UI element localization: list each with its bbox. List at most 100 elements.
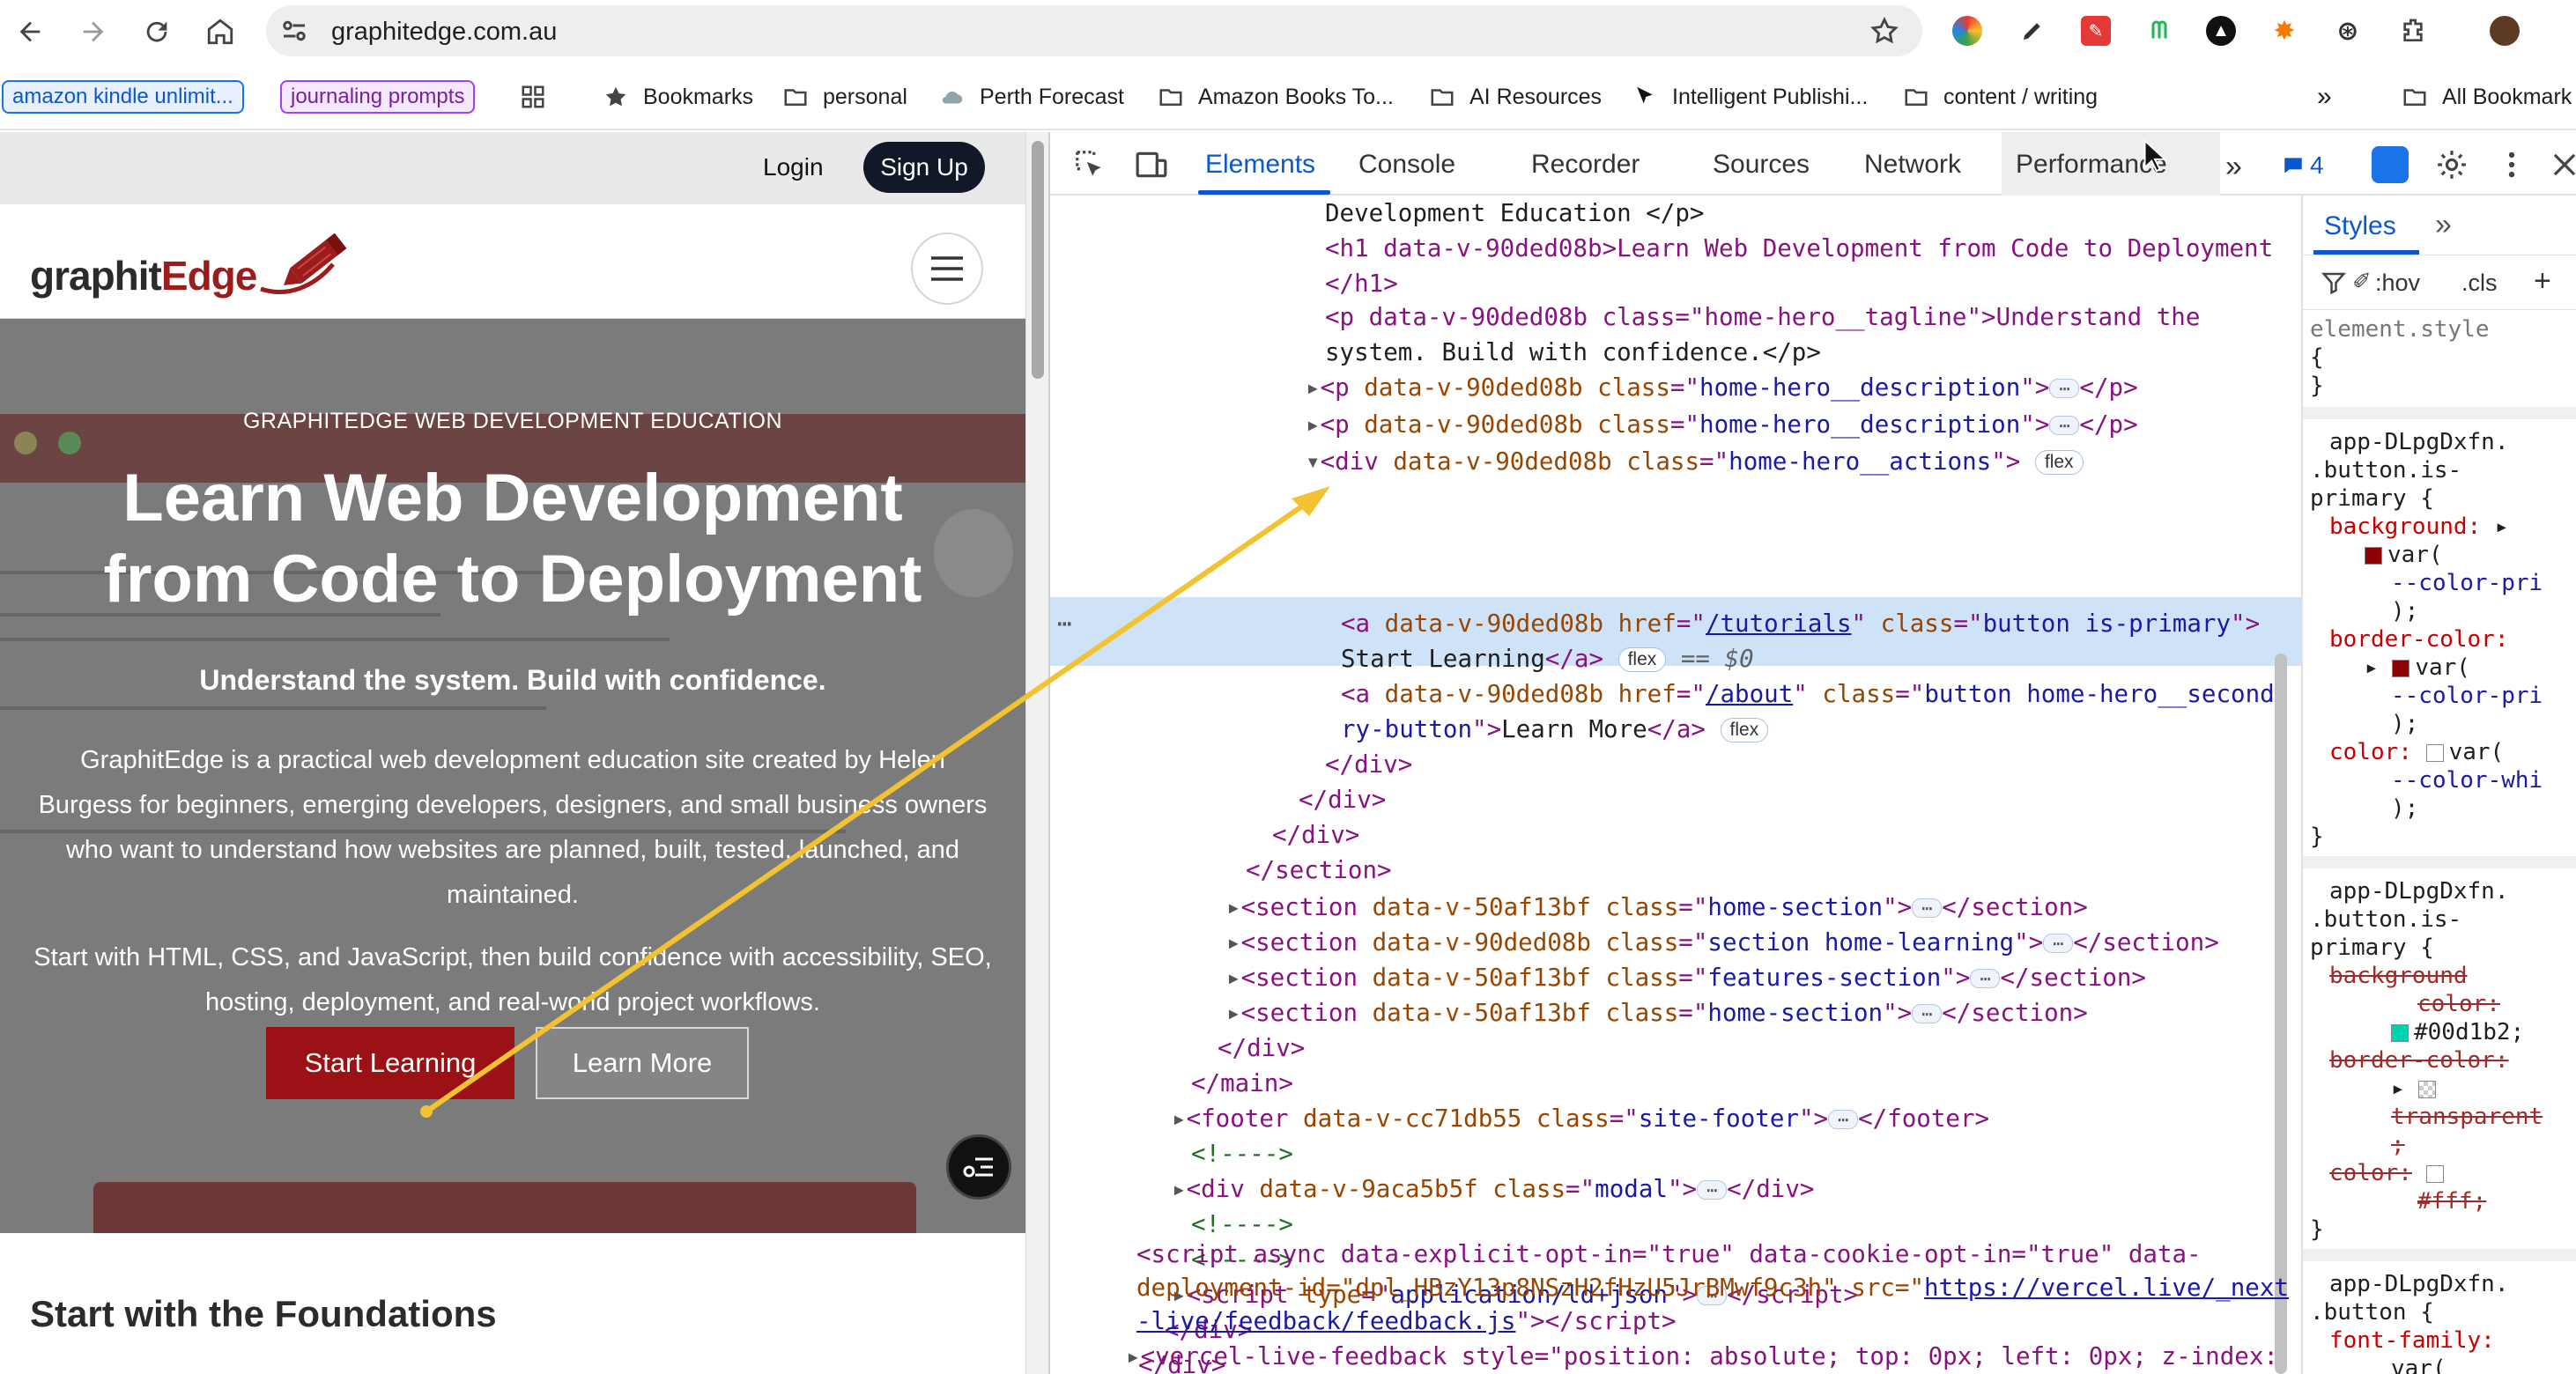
openai-ext-icon[interactable]: ⊛ <box>2333 16 2363 46</box>
style-declaration-value[interactable]: #00d1b2; <box>2391 1018 2524 1046</box>
dom-line[interactable]: <p data-v-90ded08b class="home-hero__tag… <box>1325 299 2200 335</box>
dom-line[interactable]: <script async data-explicit-opt-in="true… <box>1136 1237 2202 1272</box>
signup-button[interactable]: Sign Up <box>863 142 985 193</box>
close-devtools-icon[interactable] <box>2548 148 2576 181</box>
page-scrollbar[interactable] <box>1025 132 1048 1374</box>
expand-arrow-icon[interactable]: ▸ <box>1226 999 1241 1027</box>
address-bar[interactable]: graphitedge.com.au <box>266 5 1922 56</box>
scrollbar-thumb[interactable] <box>1032 141 1044 379</box>
style-source-link[interactable]: app-DLpgDxfn. <box>2329 428 2509 456</box>
dom-line[interactable]: ▸<section data-v-50af13bf class="feature… <box>1226 960 2146 995</box>
bookmark-content-writing[interactable]: content / writing <box>1903 80 2098 114</box>
dom-link[interactable]: /about <box>1706 680 1793 708</box>
collapsed-dots[interactable]: ⋯ <box>1697 1180 1728 1200</box>
back-button[interactable] <box>11 12 49 51</box>
tab-sources[interactable]: Sources <box>1713 150 1810 180</box>
color-swatch[interactable] <box>2425 1164 2444 1183</box>
dom-line-selected[interactable]: Start Learning</a> flex == $0 <box>1341 641 1754 676</box>
bookmark-personal[interactable]: personal <box>782 80 907 114</box>
pin-icon[interactable]: ✐ <box>2352 268 2372 295</box>
style-declaration-overridden[interactable]: border-color: <box>2329 1046 2509 1075</box>
dom-line[interactable]: <!----> <box>1191 1136 1293 1171</box>
collapsed-dots[interactable]: ⋯ <box>2049 416 2080 435</box>
style-declaration[interactable]: color: var( <box>2329 738 2504 766</box>
issues-counter[interactable]: 4 <box>2282 151 2324 180</box>
dom-line[interactable]: <h1 data-v-90ded08b>Learn Web Developmen… <box>1325 231 2273 266</box>
flex-badge[interactable]: flex <box>1720 718 1769 742</box>
color-swatch[interactable] <box>2391 1023 2409 1042</box>
style-declaration-overridden[interactable]: background <box>2329 962 2468 990</box>
dom-line[interactable]: </div> <box>1299 782 1386 817</box>
expand-arrow-icon[interactable]: ▸ <box>1306 410 1321 439</box>
dom-line[interactable]: ▸<vercel-live-feedback style="position: … <box>1126 1339 2278 1374</box>
collapsed-dots[interactable]: ⋯ <box>1828 1110 1859 1129</box>
bookmark-intelligent-publishing[interactable]: Intelligent Publishi... <box>1632 80 1868 114</box>
style-variable[interactable]: --color-pri <box>2391 569 2543 597</box>
style-rule-selector[interactable]: .button.is- <box>2310 905 2461 934</box>
style-declaration-overridden[interactable]: color: <box>2329 1159 2449 1187</box>
dom-line[interactable]: ▸<p data-v-90ded08b class="home-hero__de… <box>1306 370 2138 405</box>
hov-toggle[interactable]: :hov <box>2375 270 2420 297</box>
site-logo[interactable]: graphitEdge <box>30 233 347 299</box>
avatar[interactable] <box>2490 16 2520 46</box>
dom-line[interactable]: </main> <box>1191 1066 1293 1101</box>
color-swatch[interactable] <box>2418 1080 2437 1098</box>
style-declaration[interactable]: border-color: <box>2329 625 2509 654</box>
dom-line[interactable]: ▸<section data-v-50af13bf class="home-se… <box>1226 995 2088 1030</box>
learn-more-button[interactable]: Learn More <box>536 1027 749 1099</box>
color-swatch[interactable] <box>2392 659 2410 677</box>
expand-arrow-icon[interactable]: ▸ <box>1226 964 1241 992</box>
collapsed-dots[interactable]: ⋯ <box>1912 898 1943 918</box>
tab-styles[interactable]: Styles <box>2324 211 2396 241</box>
reload-button[interactable] <box>137 12 176 51</box>
cls-toggle[interactable]: .cls <box>2461 270 2498 297</box>
style-variable[interactable]: --color-pri <box>2391 682 2543 710</box>
filter-icon[interactable] <box>2321 270 2347 296</box>
expand-arrow-icon[interactable]: ▸ <box>1306 373 1321 402</box>
style-rule-selector[interactable]: primary { <box>2310 934 2434 962</box>
expand-arrow-icon[interactable]: ▸ <box>1226 893 1241 921</box>
dom-line[interactable]: ▸<div data-v-9aca5b5f class="modal"> ⋯ </d… <box>1172 1171 1814 1207</box>
menu-button[interactable] <box>911 233 983 305</box>
bookmark-ai-resources[interactable]: AI Resources <box>1429 80 1602 114</box>
login-link[interactable]: Login <box>763 153 824 181</box>
dom-line[interactable]: Development Education </p> <box>1325 196 1704 231</box>
style-rule-selector[interactable]: primary { <box>2310 484 2434 513</box>
expand-arrow-icon[interactable]: ▸ <box>1172 1175 1187 1203</box>
scrollbar-thumb[interactable] <box>2275 654 2287 1374</box>
color-swatch[interactable] <box>2425 743 2444 762</box>
style-rule-selector[interactable]: .button { <box>2310 1298 2434 1326</box>
forward-button[interactable] <box>74 12 113 51</box>
style-rule-selector[interactable]: element.style <box>2310 315 2490 344</box>
tab-recorder[interactable]: Recorder <box>1531 150 1640 180</box>
bookmark-chip-kindle[interactable]: amazon kindle unlimit... <box>2 80 244 114</box>
sun-ext-icon[interactable]: ✸ <box>2269 16 2299 46</box>
settings-gear-icon[interactable] <box>2435 148 2469 181</box>
collapsed-dots[interactable]: ⋯ <box>1970 969 2001 988</box>
floating-action-button[interactable] <box>946 1134 1011 1200</box>
apps-grid-icon[interactable] <box>520 80 560 114</box>
bookmark-bookmarks[interactable]: Bookmarks <box>603 80 753 114</box>
inspect-element-icon[interactable] <box>1073 148 1107 181</box>
style-source-link[interactable]: app-DLpgDxfn. <box>2329 877 2509 905</box>
more-panes-chevron-icon[interactable]: » <box>2435 208 2452 242</box>
tab-console[interactable]: Console <box>1358 150 1455 180</box>
tab-network[interactable]: Network <box>1864 150 1961 180</box>
style-declaration[interactable]: background: ▸ <box>2329 513 2509 541</box>
dom-link[interactable]: -live/feedback/feedback.js <box>1136 1307 1515 1335</box>
tab-elements[interactable]: Elements <box>1205 150 1315 180</box>
expand-arrow-icon[interactable]: ▸ <box>1126 1342 1141 1370</box>
expand-arrow-icon[interactable]: ▸ <box>1172 1104 1187 1133</box>
dom-line[interactable]: ry-button">Learn More</a> flex <box>1341 712 1769 747</box>
dom-line[interactable]: </section> <box>1246 853 1392 888</box>
collapse-arrow-icon[interactable]: ▾ <box>1306 447 1321 476</box>
more-options-icon[interactable] <box>2495 148 2528 181</box>
style-variable[interactable]: --color-whi <box>2391 766 2543 794</box>
dom-line[interactable]: deployment-id="dpl_HBzY13p8NSzH2fHzU5JrB… <box>1136 1270 2289 1305</box>
bookmark-amazon-books[interactable]: Amazon Books To... <box>1158 80 1394 114</box>
dom-scrollbar[interactable] <box>2266 196 2301 1374</box>
black-circle-ext-icon[interactable]: ▲ <box>2206 16 2236 46</box>
color-swatch[interactable] <box>2365 546 2382 565</box>
dom-line[interactable]: system. Build with confidence.</p> <box>1325 335 1821 370</box>
url-text[interactable]: graphitedge.com.au <box>331 18 557 47</box>
